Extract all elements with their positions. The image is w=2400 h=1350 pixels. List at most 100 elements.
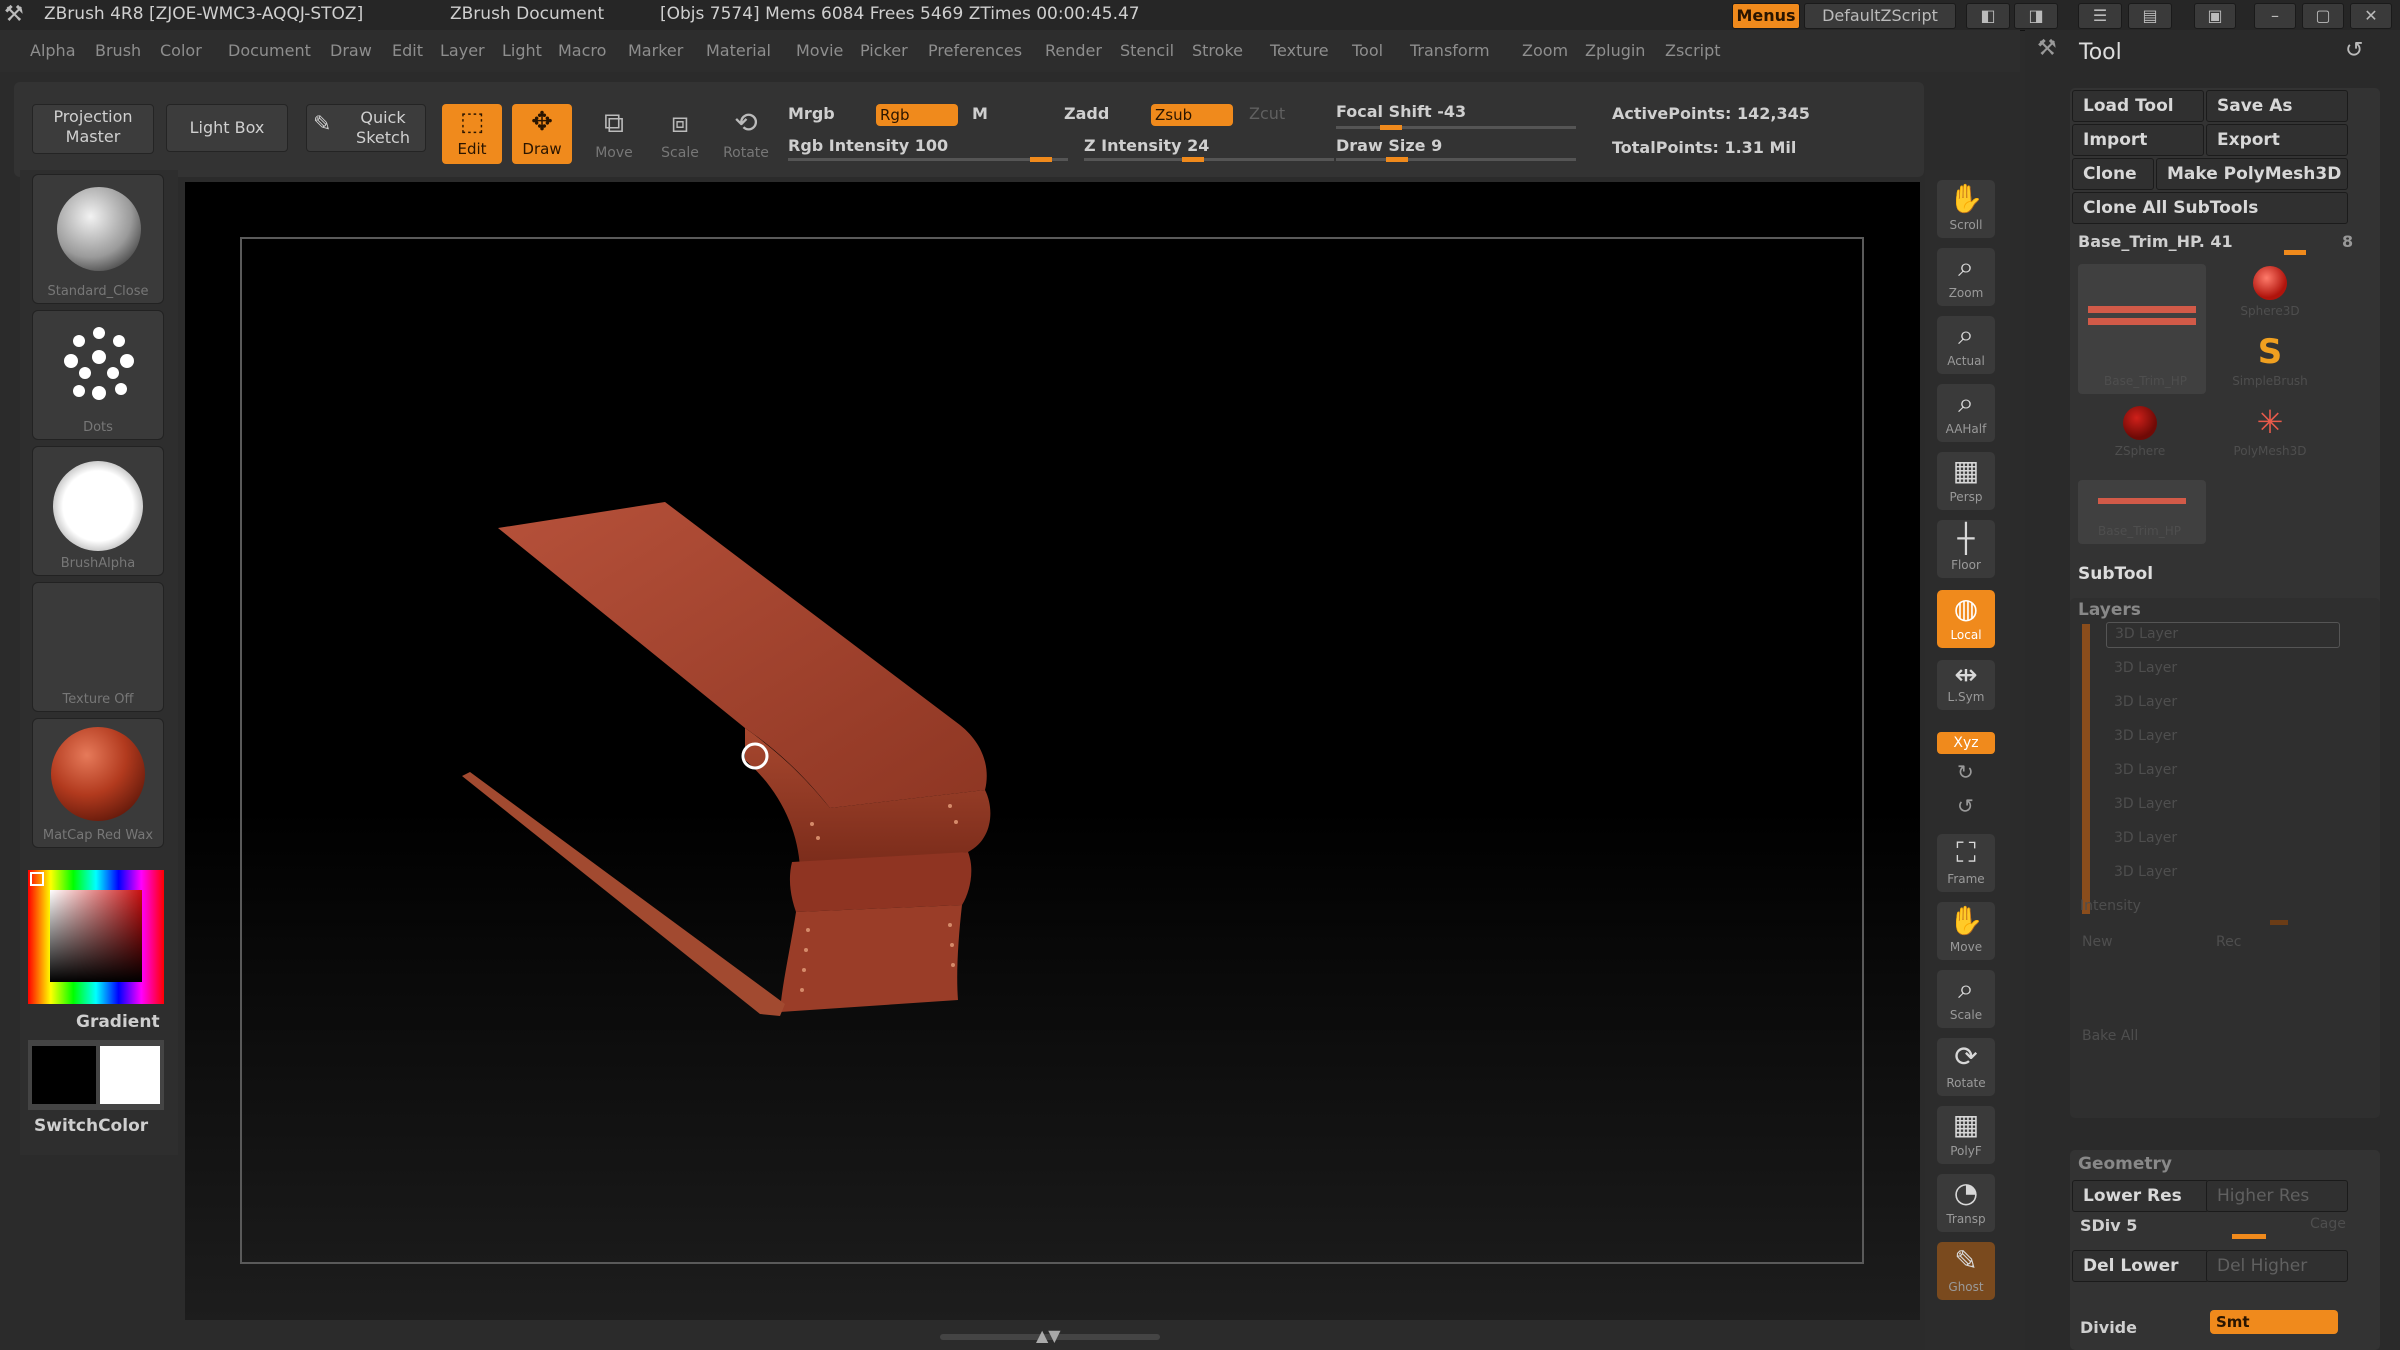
transp-button[interactable]: ◔ Transp <box>1937 1174 1995 1232</box>
zsphere-tool[interactable]: ZSphere <box>2090 404 2190 474</box>
persp-label: Persp <box>1949 490 1983 504</box>
expand-bottom-icon[interactable]: ▲▼ <box>1036 1326 1061 1345</box>
polyf-button[interactable]: ▦ PolyF <box>1937 1106 1995 1164</box>
y-rotation-icon[interactable]: ↻ <box>1957 760 1974 784</box>
xyz-toggle[interactable]: Xyz <box>1937 732 1995 754</box>
trim-thumbnail-icon-2 <box>2088 318 2196 325</box>
hand-scroll-icon: ✋ <box>1948 182 1984 215</box>
rotate-view-label: Rotate <box>1946 1076 1986 1090</box>
base-trim-icon <box>2098 498 2186 504</box>
rotate-view-icon: ⟳ <box>1954 1040 1978 1073</box>
frame-button[interactable]: ⛶ Frame <box>1937 834 1995 892</box>
clone-button[interactable]: Clone <box>2072 158 2154 190</box>
frame-icon: ⛶ <box>1956 836 1976 869</box>
layer-new-button[interactable]: New <box>2082 934 2113 950</box>
load-tool-button[interactable]: Load Tool <box>2072 90 2204 122</box>
save-as-button[interactable]: Save As <box>2206 90 2348 122</box>
actual-button[interactable]: ⌕ Actual <box>1937 316 1995 374</box>
del-higher-button[interactable]: Del Higher <box>2206 1250 2348 1282</box>
floor-grid-icon: ┼ <box>1957 522 1975 555</box>
tool-palette-pin-icon[interactable]: ⚒ <box>2037 36 2057 61</box>
zsphere-icon <box>2123 406 2157 440</box>
del-lower-button[interactable]: Del Lower <box>2072 1250 2209 1282</box>
current-tool-name: Base_Trim_HP. 41 <box>2078 232 2233 251</box>
higher-res-button[interactable]: Higher Res <box>2206 1180 2348 1212</box>
layer-intensity-label: Intensity <box>2080 898 2141 914</box>
make-polymesh-button[interactable]: Make PolyMesh3D <box>2156 158 2348 190</box>
layer-rec-button[interactable]: Rec <box>2216 934 2241 950</box>
local-transform-icon: ◍ <box>1953 592 1979 625</box>
tool-thumb-caption-4: PolyMesh3D <box>2233 444 2307 458</box>
polymesh3d-icon: ✳ <box>2256 403 2284 441</box>
ghost-button[interactable]: ✎ Ghost <box>1937 1242 1995 1300</box>
layer-item-3[interactable]: 3D Layer <box>2114 728 2177 744</box>
tool-palette-title: Tool <box>2079 40 2122 65</box>
layers-scrollbar[interactable] <box>2082 624 2090 914</box>
trim-front-lower <box>789 852 972 912</box>
smt-toggle[interactable]: Smt <box>2210 1310 2338 1334</box>
polyframe-icon: ▦ <box>1952 1108 1980 1141</box>
geometry-header[interactable]: Geometry <box>2078 1154 2172 1174</box>
scroll-label: Scroll <box>1949 218 1983 232</box>
layer-slot-active[interactable]: 3D Layer <box>2106 622 2340 648</box>
scroll-button[interactable]: ✋ Scroll <box>1937 180 1995 238</box>
tool-thumb-caption-3: ZSphere <box>2114 444 2166 458</box>
perspective-icon: ▦ <box>1952 454 1980 487</box>
sphere3d-icon <box>2253 266 2287 300</box>
transp-label: Transp <box>1946 1212 1986 1226</box>
lsym-button[interactable]: ⇹ L.Sym <box>1937 660 1995 710</box>
persp-button[interactable]: ▦ Persp <box>1937 452 1995 510</box>
aahalf-icon: ⌕ <box>1958 386 1974 419</box>
tool-palette: ⚒ Tool ↺ Load Tool Save As Import Export… <box>2025 30 2400 1350</box>
aahalf-label: AAHalf <box>1945 422 1987 436</box>
tool-thumb-caption-5: Base_Trim_HP <box>2098 524 2182 538</box>
local-symmetry-icon: ⇹ <box>1954 658 1978 691</box>
trim-top-face <box>498 502 987 808</box>
base-trim-tool[interactable]: Base_Trim_HP <box>2078 480 2206 544</box>
import-button[interactable]: Import <box>2072 124 2204 156</box>
sdiv-slider[interactable] <box>2232 1234 2266 1239</box>
z-rotation-icon[interactable]: ↺ <box>1957 794 1974 818</box>
layer-item-7[interactable]: 3D Layer <box>2114 864 2177 880</box>
aahalf-button[interactable]: ⌕ AAHalf <box>1937 384 1995 442</box>
cage-button[interactable]: Cage <box>2310 1216 2346 1232</box>
scale-view-button[interactable]: ⌕ Scale <box>1937 970 1995 1028</box>
tool-thumb-caption-1: Sphere3D <box>2240 304 2300 318</box>
current-tool-value: 8 <box>2342 232 2354 251</box>
current-tool-knob[interactable] <box>2284 250 2306 255</box>
export-button[interactable]: Export <box>2206 124 2348 156</box>
polymesh3d-tool[interactable]: ✳ PolyMesh3D <box>2230 404 2310 474</box>
palette-reset-icon[interactable]: ↺ <box>2345 38 2363 63</box>
trim-thin-lip <box>462 772 785 1016</box>
move-view-label: Move <box>1949 940 1983 954</box>
lower-res-button[interactable]: Lower Res <box>2072 1180 2209 1212</box>
layer-item-4[interactable]: 3D Layer <box>2114 762 2177 778</box>
clone-all-subtools-button[interactable]: Clone All SubTools <box>2072 192 2348 224</box>
layer-item-1[interactable]: 3D Layer <box>2114 660 2177 676</box>
simplebrush-tool[interactable]: S SimpleBrush <box>2230 334 2310 404</box>
current-tool-thumbnail[interactable]: Base_Trim_HP <box>2078 264 2206 394</box>
tool-thumb-caption-2: SimpleBrush <box>2232 374 2308 388</box>
actual-label: Actual <box>1947 354 1985 368</box>
move-view-button[interactable]: ✋ Move <box>1937 902 1995 960</box>
rotate-view-button[interactable]: ⟳ Rotate <box>1937 1038 1995 1096</box>
bake-all-button[interactable]: Bake All <box>2082 1028 2138 1044</box>
layer-item-6[interactable]: 3D Layer <box>2114 830 2177 846</box>
local-button[interactable]: ◍ Local <box>1937 590 1995 648</box>
sphere3d-tool[interactable]: Sphere3D <box>2230 264 2310 334</box>
polyf-label: PolyF <box>1950 1144 1982 1158</box>
layer-item-2[interactable]: 3D Layer <box>2114 694 2177 710</box>
layer-item-5[interactable]: 3D Layer <box>2114 796 2177 812</box>
move-view-icon: ✋ <box>1948 904 1984 937</box>
simplebrush-icon: S <box>2257 332 2283 372</box>
current-tool-slider[interactable]: Base_Trim_HP. 41 8 <box>2072 228 2370 256</box>
layers-subpalette: Layers 3D Layer 3D Layer 3D Layer 3D Lay… <box>2070 598 2380 1118</box>
geometry-subpalette: Geometry Lower Res Higher Res SDiv 5 Cag… <box>2070 1150 2380 1350</box>
layers-header[interactable]: Layers <box>2078 600 2141 620</box>
layer-intensity-slider[interactable] <box>2270 920 2288 925</box>
subtool-header[interactable]: SubTool <box>2078 564 2153 584</box>
lsym-label: L.Sym <box>1947 690 1985 704</box>
floor-button[interactable]: ┼ Floor <box>1937 520 1995 578</box>
divide-button[interactable]: Divide <box>2080 1318 2137 1337</box>
zoom-button[interactable]: ⌕ Zoom <box>1937 248 1995 306</box>
